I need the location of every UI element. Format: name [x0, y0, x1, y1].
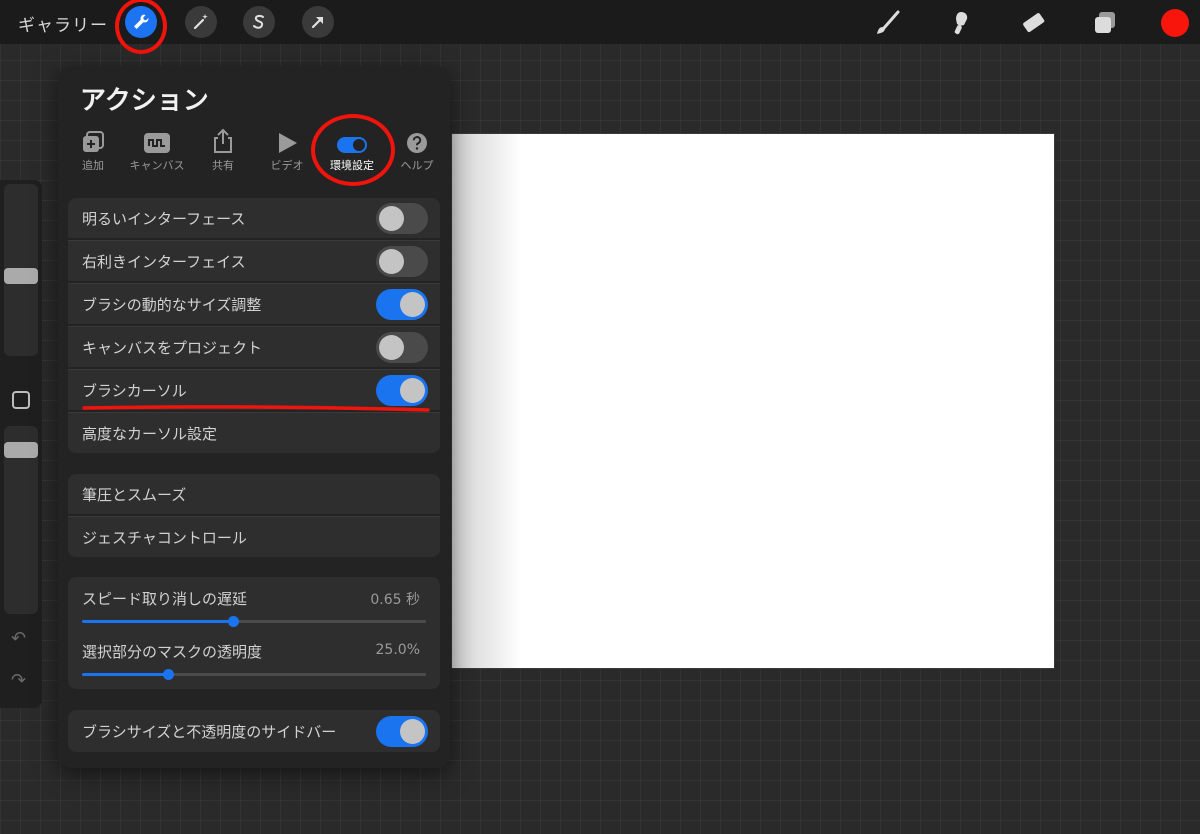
row-right-hand-interface[interactable]: 右利きインターフェイス — [68, 241, 440, 281]
mask-opacity-thumb[interactable] — [163, 669, 174, 680]
tab-share[interactable]: 共有 — [188, 126, 258, 173]
row-pressure-smoothing[interactable]: 筆圧とスムーズ — [68, 474, 440, 514]
row-project-canvas[interactable]: キャンバスをプロジェクト — [68, 327, 440, 367]
redo-icon[interactable]: ↷ — [11, 670, 26, 691]
selection-s-icon — [253, 14, 264, 29]
layers-button[interactable] — [1090, 8, 1120, 38]
brush-size-handle[interactable] — [4, 268, 38, 284]
row-sidebar-toggle[interactable]: ブラシサイズと不透明度のサイドバー — [68, 710, 440, 752]
annotation-circle-wrench — [115, 0, 167, 54]
actions-panel: アクション 追加 キャンバス 共有 ビデオ 環境設定 ヘルプ 明るいインターフェ… — [58, 66, 450, 768]
eraser-button[interactable] — [1018, 8, 1048, 38]
undo-delay-value: 0.65 秒 — [370, 592, 420, 608]
canvas-shadow — [452, 134, 522, 668]
tab-add[interactable]: 追加 — [58, 126, 128, 173]
modify-button[interactable] — [12, 391, 30, 409]
eraser-icon — [1023, 13, 1045, 33]
top-toolbar: ギャラリー — [0, 0, 1200, 44]
mask-opacity-value: 25.0% — [375, 642, 420, 658]
canvas-icon — [144, 133, 170, 153]
light-interface-toggle[interactable] — [376, 203, 428, 234]
brush-cursor-toggle[interactable] — [376, 375, 428, 406]
undo-delay-label: スピード取り消しの遅延 — [82, 590, 248, 608]
drawing-canvas[interactable] — [452, 134, 1054, 668]
row-light-interface[interactable]: 明るいインターフェース — [68, 198, 440, 238]
dynamic-brush-scaling-toggle[interactable] — [376, 289, 428, 320]
arrow-transform-icon — [311, 16, 324, 29]
panel-title: アクション — [80, 86, 209, 116]
project-canvas-toggle[interactable] — [376, 332, 428, 363]
sidebar-toggle-switch[interactable] — [376, 716, 428, 747]
magic-wand-icon — [193, 14, 208, 30]
layers-icon — [1095, 12, 1115, 33]
color-picker-button[interactable] — [1161, 9, 1189, 37]
undo-delay-slider[interactable] — [82, 616, 426, 627]
annotation-circle-preferences — [311, 114, 395, 186]
smudge-button[interactable] — [946, 8, 976, 38]
brush-button[interactable] — [872, 8, 902, 38]
opacity-handle[interactable] — [4, 442, 38, 458]
row-dynamic-brush-scaling[interactable]: ブラシの動的なサイズ調整 — [68, 284, 440, 324]
right-hand-interface-toggle[interactable] — [376, 246, 428, 277]
gallery-button[interactable]: ギャラリー — [18, 11, 108, 36]
transform-button[interactable] — [302, 6, 334, 38]
smudge-icon — [954, 12, 968, 35]
row-advanced-cursor-settings[interactable]: 高度なカーソル設定 — [68, 413, 440, 453]
row-gesture-controls[interactable]: ジェスチャコントロール — [68, 517, 440, 557]
undo-icon[interactable]: ↶ — [11, 628, 26, 649]
adjustments-button[interactable] — [185, 6, 217, 38]
tab-canvas[interactable]: キャンバス — [122, 126, 192, 173]
mask-opacity-label: 選択部分のマスクの透明度 — [82, 643, 263, 661]
selection-button[interactable] — [243, 6, 275, 38]
share-icon — [214, 128, 232, 153]
add-icon — [83, 131, 104, 152]
play-icon — [279, 133, 297, 153]
mask-opacity-slider[interactable] — [82, 669, 426, 680]
left-sidebar: ↶ ↷ — [0, 180, 42, 708]
help-icon — [407, 133, 427, 153]
brush-icon — [877, 10, 900, 34]
annotation-underline — [82, 405, 430, 412]
